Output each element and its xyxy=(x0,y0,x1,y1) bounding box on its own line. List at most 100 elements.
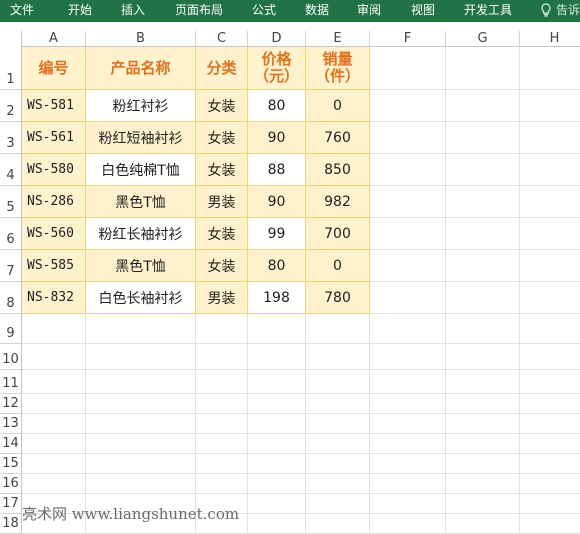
cell[interactable] xyxy=(520,454,580,474)
cell[interactable] xyxy=(446,454,520,474)
table-header-cell[interactable]: 产品名称 xyxy=(86,47,196,90)
table-cell[interactable]: 99 xyxy=(248,218,306,250)
cell[interactable] xyxy=(370,314,446,344)
cell[interactable] xyxy=(370,90,446,122)
tell-me-search[interactable]: 告诉 xyxy=(540,0,580,22)
table-cell[interactable]: NS-286 xyxy=(22,186,86,218)
table-cell[interactable]: 80 xyxy=(248,90,306,122)
cell[interactable] xyxy=(370,218,446,250)
table-cell[interactable]: 男装 xyxy=(196,186,248,218)
table-cell[interactable]: 女装 xyxy=(196,250,248,282)
cell[interactable] xyxy=(306,474,370,494)
table-cell[interactable]: 850 xyxy=(306,154,370,186)
table-cell[interactable]: NS-832 xyxy=(22,282,86,314)
table-cell[interactable]: WS-560 xyxy=(22,218,86,250)
column-header-c[interactable]: C xyxy=(196,31,248,47)
cell[interactable] xyxy=(370,514,446,534)
table-cell[interactable]: 982 xyxy=(306,186,370,218)
table-header-cell[interactable]: 分类 xyxy=(196,47,248,90)
cell[interactable] xyxy=(370,250,446,282)
cell[interactable] xyxy=(446,90,520,122)
row-header-1[interactable]: 1 xyxy=(0,47,22,90)
table-cell[interactable]: 黑色T恤 xyxy=(86,186,196,218)
cell[interactable] xyxy=(306,494,370,514)
cell[interactable] xyxy=(86,344,196,370)
cell[interactable] xyxy=(196,344,248,370)
cell[interactable] xyxy=(248,394,306,414)
cell[interactable] xyxy=(248,414,306,434)
cell[interactable] xyxy=(196,474,248,494)
cell[interactable] xyxy=(446,394,520,414)
cell[interactable] xyxy=(306,414,370,434)
row-header-12[interactable]: 12 xyxy=(0,394,22,414)
column-header-f[interactable]: F xyxy=(370,31,446,47)
cell[interactable] xyxy=(22,370,86,394)
cell[interactable] xyxy=(196,414,248,434)
table-header-cell[interactable]: 价格 （元） xyxy=(248,47,306,90)
table-cell[interactable]: WS-585 xyxy=(22,250,86,282)
cell[interactable] xyxy=(370,370,446,394)
cell[interactable] xyxy=(306,344,370,370)
cell[interactable] xyxy=(248,454,306,474)
cell[interactable] xyxy=(306,370,370,394)
tab-page-layout[interactable]: 页面布局 xyxy=(175,0,223,22)
cell[interactable] xyxy=(370,154,446,186)
row-header-16[interactable]: 16 xyxy=(0,474,22,494)
table-cell[interactable]: WS-581 xyxy=(22,90,86,122)
cell[interactable] xyxy=(446,282,520,314)
cell[interactable] xyxy=(520,344,580,370)
table-cell[interactable]: 198 xyxy=(248,282,306,314)
column-header-a[interactable]: A xyxy=(22,31,86,47)
table-cell[interactable]: 760 xyxy=(306,122,370,154)
table-cell[interactable]: 女装 xyxy=(196,122,248,154)
cell[interactable] xyxy=(196,370,248,394)
table-cell[interactable]: 80 xyxy=(248,250,306,282)
cell[interactable] xyxy=(248,314,306,344)
table-cell[interactable]: 男装 xyxy=(196,282,248,314)
cell[interactable] xyxy=(446,414,520,434)
cell[interactable] xyxy=(22,344,86,370)
tab-review[interactable]: 审阅 xyxy=(357,0,381,22)
cell[interactable] xyxy=(370,414,446,434)
cell[interactable] xyxy=(86,414,196,434)
cell[interactable] xyxy=(370,494,446,514)
table-cell[interactable]: 90 xyxy=(248,122,306,154)
cell[interactable] xyxy=(86,394,196,414)
cell[interactable] xyxy=(306,434,370,454)
cell[interactable] xyxy=(86,434,196,454)
cell[interactable] xyxy=(446,186,520,218)
tab-data[interactable]: 数据 xyxy=(305,0,329,22)
cell[interactable] xyxy=(370,394,446,414)
cell[interactable] xyxy=(520,122,580,154)
table-cell[interactable]: 女装 xyxy=(196,90,248,122)
table-cell[interactable]: 0 xyxy=(306,90,370,122)
table-cell[interactable]: WS-561 xyxy=(22,122,86,154)
column-header-g[interactable]: G xyxy=(446,31,520,47)
table-cell[interactable]: 88 xyxy=(248,154,306,186)
row-header-11[interactable]: 11 xyxy=(0,370,22,394)
row-header-10[interactable]: 10 xyxy=(0,344,22,370)
cell[interactable] xyxy=(520,154,580,186)
worksheet-grid[interactable]: A B C D E F G H 1 2 3 4 5 6 7 8 9 10 11 12 13 14 15 16 17 18 编号 产品名… xyxy=(0,22,580,534)
cell[interactable] xyxy=(86,474,196,494)
tab-developer[interactable]: 开发工具 xyxy=(464,0,512,22)
cell[interactable] xyxy=(520,414,580,434)
tab-formulas[interactable]: 公式 xyxy=(252,0,276,22)
tab-home[interactable]: 开始 xyxy=(68,0,92,22)
column-header-b[interactable]: B xyxy=(86,31,196,47)
table-cell[interactable]: 女装 xyxy=(196,154,248,186)
cell[interactable] xyxy=(520,218,580,250)
row-header-3[interactable]: 3 xyxy=(0,122,22,154)
cell[interactable] xyxy=(86,314,196,344)
cell[interactable] xyxy=(248,514,306,534)
row-header-9[interactable]: 9 xyxy=(0,314,22,344)
row-header-7[interactable]: 7 xyxy=(0,250,22,282)
column-header-h[interactable]: H xyxy=(520,31,580,47)
cell[interactable] xyxy=(520,90,580,122)
cell[interactable] xyxy=(446,344,520,370)
row-header-13[interactable]: 13 xyxy=(0,414,22,434)
row-header-6[interactable]: 6 xyxy=(0,218,22,250)
cell[interactable] xyxy=(446,474,520,494)
cell[interactable] xyxy=(370,47,446,90)
cell[interactable] xyxy=(248,494,306,514)
